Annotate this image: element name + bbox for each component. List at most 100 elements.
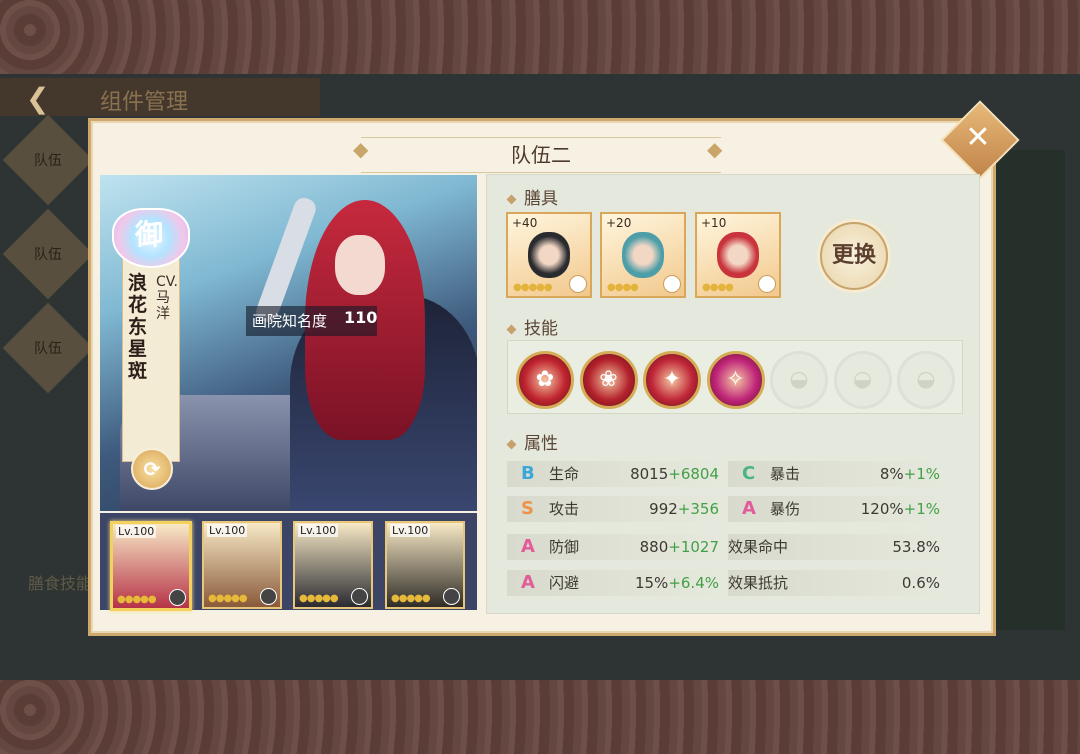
dish-type-icon (663, 275, 681, 293)
attribute-name: 生命 (549, 465, 580, 483)
dish-stars: ●●●●● (513, 282, 553, 293)
rank-badge-text: 御 (134, 218, 163, 251)
attribute-name: 攻击 (549, 500, 580, 518)
skill-icon[interactable]: ✧ (706, 351, 765, 409)
dialog-title-band: 队伍二 (361, 137, 721, 173)
voice-actor-label: CV.马洋 (156, 274, 178, 322)
attribute-name: 防御 (549, 538, 580, 556)
ornament-right-icon: ◆ (707, 137, 723, 161)
change-dishes-button[interactable]: 更换 (820, 222, 888, 290)
attribute-value: 0.6% (902, 570, 940, 596)
attribute-value: 880+1027 (640, 534, 719, 560)
skill-slot-locked[interactable]: ◒ (770, 351, 828, 409)
member-level: Lv.100 (116, 525, 157, 538)
element-icon (169, 589, 186, 606)
attribute-name: 闪避 (549, 574, 580, 592)
skill-icon[interactable]: ✿ (516, 351, 574, 409)
attribute-grade: C (742, 463, 756, 484)
skill-glyph-icon: ❀ (599, 367, 618, 392)
team-member-card[interactable]: Lv.100 ●●●●● (202, 521, 282, 609)
attribute-row: S 攻击 992+356 (507, 496, 719, 522)
attribute-value: 53.8% (892, 534, 940, 560)
element-icon (351, 588, 368, 605)
attribute-grade: B (521, 463, 535, 484)
close-icon[interactable]: ✕ (952, 112, 1004, 164)
character-name: 浪花东星斑 (128, 272, 148, 382)
dish-enhance-level: +40 (512, 216, 538, 230)
attribute-value: 8015+6804 (630, 461, 719, 487)
attribute-row: A 暴伤 120%+1% (728, 496, 940, 522)
background-top-band (0, 0, 1080, 74)
attribute-base: 8015 (630, 465, 669, 483)
attributes-heading-label: 属性 (524, 434, 558, 454)
team-member-card[interactable]: Lv.100 ●●●●● (293, 521, 373, 609)
skill-glyph-icon: ✿ (535, 367, 555, 392)
skills-heading: 技能 (506, 314, 558, 339)
side-tab-label: 队伍 (34, 153, 62, 169)
attribute-row: A 闪避 15%+6.4% (507, 570, 719, 596)
dish-character-icon (528, 232, 570, 278)
skill-slot-locked[interactable]: ◒ (833, 351, 892, 409)
portrait-face (335, 235, 385, 295)
skill-icon[interactable]: ❀ (579, 351, 638, 409)
dish-stars: ●●●● (607, 282, 639, 293)
attribute-value: 120%+1% (861, 496, 940, 522)
member-stars: ●●●●● (117, 594, 157, 605)
swap-character-icon[interactable]: ⟳ (131, 448, 173, 490)
attribute-bonus: +356 (677, 500, 719, 518)
diamond-icon (506, 194, 517, 204)
attribute-bonus: +1027 (668, 538, 719, 556)
member-stars: ●●●●● (299, 593, 339, 604)
team-member-card[interactable]: Lv.100 ●●●●● (110, 521, 192, 611)
attribute-base: 53.8% (892, 538, 940, 556)
member-level: Lv.100 (207, 524, 248, 537)
dish-stars: ●●●● (702, 282, 734, 293)
fame-label: 画院知名度 (252, 312, 328, 330)
attribute-base: 880 (639, 538, 669, 556)
dish-type-icon (758, 275, 776, 293)
attribute-grade: A (742, 498, 756, 519)
dishes-heading: 膳具 (506, 184, 558, 209)
diamond-icon (506, 439, 517, 449)
background-bottom-band (0, 680, 1080, 754)
attribute-row: B 生命 8015+6804 (507, 461, 719, 487)
back-arrow-icon[interactable]: ❮ (26, 82, 49, 115)
attribute-row: A 防御 880+1027 (507, 534, 719, 560)
attribute-row: 效果抵抗 0.6% (728, 570, 940, 596)
attribute-bonus: +6.4% (668, 574, 719, 592)
background-bottom-label: 膳食技能 (28, 574, 93, 593)
team-member-card[interactable]: Lv.100 ●●●●● (385, 521, 465, 609)
side-tab-label: 队伍 (34, 341, 62, 357)
skill-icon[interactable]: ✦ (643, 351, 701, 409)
skill-glyph-icon: ✦ (662, 367, 682, 392)
skills-heading-label: 技能 (524, 319, 558, 339)
attributes-heading: 属性 (506, 429, 558, 454)
element-icon (260, 588, 277, 605)
attribute-grade: A (521, 572, 535, 593)
attribute-base: 0.6% (901, 574, 940, 592)
member-stars: ●●●●● (208, 593, 248, 604)
dish-card[interactable]: +10 ●●●● (695, 212, 781, 298)
member-stars: ●●●●● (391, 593, 431, 604)
attribute-value: 992+356 (649, 496, 719, 522)
skill-slot-locked[interactable]: ◒ (897, 351, 955, 409)
attribute-name: 暴伤 (770, 500, 801, 518)
skill-glyph-icon: ◒ (789, 367, 809, 392)
attribute-grade: A (521, 536, 535, 557)
dish-character-icon (622, 232, 664, 278)
attribute-value: 15%+6.4% (635, 570, 719, 596)
attribute-base: 15% (634, 574, 669, 592)
skill-glyph-icon: ✧ (726, 367, 745, 392)
fame-value: 110 (344, 308, 378, 327)
dish-character-icon (717, 232, 759, 278)
attribute-grade: S (521, 498, 534, 519)
dish-card[interactable]: +20 ●●●● (600, 212, 686, 298)
background-right-panel (985, 150, 1065, 630)
element-icon (443, 588, 460, 605)
page-title: 组件管理 (100, 90, 189, 115)
member-level: Lv.100 (298, 524, 339, 537)
skill-glyph-icon: ◒ (852, 367, 873, 392)
dish-card[interactable]: +40 ●●●●● (506, 212, 592, 298)
attribute-value: 8%+1% (880, 461, 940, 487)
attribute-base: 8% (879, 465, 904, 483)
